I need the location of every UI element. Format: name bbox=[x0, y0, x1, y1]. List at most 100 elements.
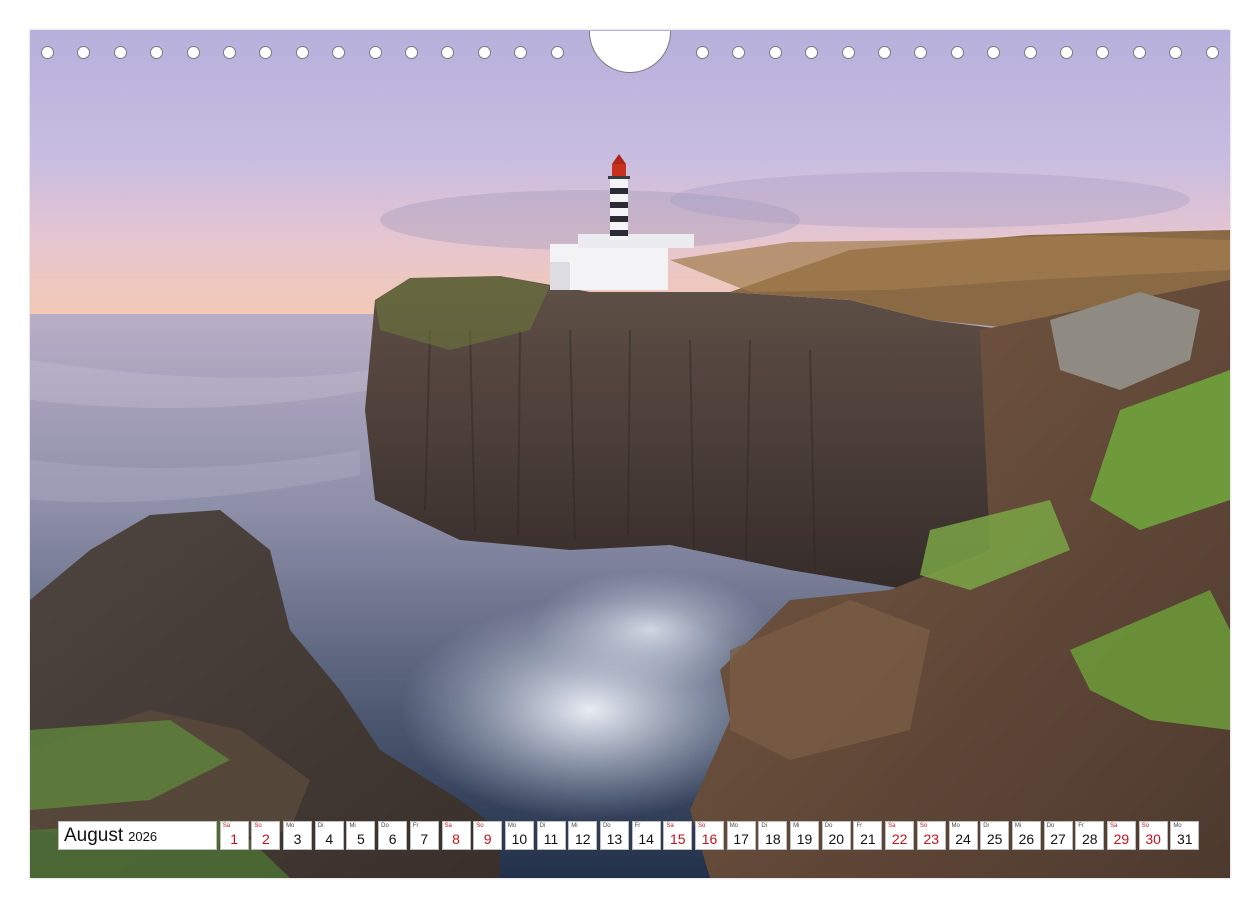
day-cell: Fr 21 bbox=[853, 821, 883, 850]
weekday-label: Sa bbox=[222, 823, 231, 829]
day-cell: Sa 15 bbox=[663, 821, 693, 850]
day-number: 5 bbox=[357, 831, 365, 847]
binding-hole bbox=[41, 46, 54, 59]
day-cell: Sa 1 bbox=[219, 821, 249, 850]
day-number: 9 bbox=[483, 831, 492, 847]
day-number: 20 bbox=[828, 831, 845, 847]
weekday-label: Mo bbox=[286, 823, 295, 829]
binding-hole bbox=[696, 46, 709, 59]
day-number: 14 bbox=[638, 831, 654, 847]
lighthouse-cliff-photo bbox=[30, 30, 1230, 878]
day-number: 23 bbox=[923, 831, 940, 847]
weekday-label: Fr bbox=[634, 823, 641, 829]
weekday-label: Mo bbox=[729, 823, 739, 829]
weekday-label: Sa bbox=[666, 823, 674, 829]
day-number: 3 bbox=[293, 831, 302, 847]
day-cell: So 2 bbox=[251, 821, 281, 850]
day-cell: Mo 31 bbox=[1170, 821, 1200, 850]
day-number: 16 bbox=[701, 831, 718, 847]
day-number: 22 bbox=[891, 831, 908, 847]
day-number: 4 bbox=[325, 831, 334, 847]
binding-hole bbox=[1205, 46, 1219, 59]
weekday-label: Do bbox=[824, 823, 833, 829]
day-number: 21 bbox=[860, 831, 876, 847]
binding-hole bbox=[405, 46, 418, 59]
day-number: 18 bbox=[765, 831, 781, 847]
month-name: August bbox=[64, 824, 124, 846]
day-cell: Sa 22 bbox=[885, 821, 915, 850]
weekday-label: Do bbox=[1046, 823, 1055, 829]
day-cell: Fr 14 bbox=[631, 821, 661, 850]
day-cell: Do 13 bbox=[599, 821, 629, 850]
weekday-label: Mi bbox=[793, 823, 800, 829]
binding-hole bbox=[223, 46, 236, 59]
binding-hole bbox=[878, 46, 891, 59]
day-cell: Mi 26 bbox=[1011, 821, 1041, 850]
day-number: 8 bbox=[452, 831, 460, 847]
binding-hole bbox=[550, 46, 564, 59]
day-cell: Do 27 bbox=[1043, 821, 1073, 850]
year: 2026 bbox=[128, 829, 158, 844]
weekday-label: Sa bbox=[1109, 823, 1118, 829]
day-number: 24 bbox=[955, 831, 971, 847]
day-cell: Di 11 bbox=[536, 821, 566, 850]
calendar-strip: August 2026 Sa 1 So 2 Mo 3 Di 4 Mi 5 Do 6 Fr 7 Sa 8 So 9 M… bbox=[58, 821, 1200, 850]
weekday-label: Fr bbox=[1078, 823, 1084, 829]
day-cell: Mi 12 bbox=[568, 821, 598, 850]
weekday-label: Di bbox=[983, 823, 989, 829]
day-number: 6 bbox=[388, 831, 397, 847]
weekday-label: So bbox=[254, 823, 262, 829]
day-number: 29 bbox=[1113, 831, 1130, 847]
day-cell: Mo 3 bbox=[283, 821, 313, 850]
weekday-label: Do bbox=[602, 823, 611, 829]
day-number: 27 bbox=[1050, 831, 1066, 847]
day-number: 15 bbox=[670, 831, 686, 847]
day-number: 19 bbox=[796, 831, 813, 847]
weekday-label: Di bbox=[317, 823, 324, 829]
day-number: 1 bbox=[230, 831, 239, 847]
binding-hole bbox=[186, 46, 200, 59]
binding-hole bbox=[768, 46, 782, 59]
binding-hole bbox=[841, 46, 855, 59]
day-number: 2 bbox=[261, 831, 270, 847]
binding-hole bbox=[1132, 46, 1146, 59]
day-number: 17 bbox=[733, 831, 749, 847]
calendar-page: August 2026 Sa 1 So 2 Mo 3 Di 4 Mi 5 Do 6 Fr 7 Sa 8 So 9 M… bbox=[0, 0, 1260, 908]
binding-hole bbox=[950, 46, 964, 59]
day-cell: Di 25 bbox=[980, 821, 1010, 850]
weekday-label: So bbox=[919, 823, 928, 829]
binding-hole bbox=[1060, 46, 1073, 59]
weekday-label: Mo bbox=[951, 823, 960, 829]
weekday-label: Sa bbox=[888, 823, 896, 829]
binding-hole bbox=[1023, 46, 1037, 59]
weekday-label: Di bbox=[539, 823, 546, 829]
day-number: 12 bbox=[574, 831, 591, 847]
day-cell: Do 6 bbox=[378, 821, 408, 850]
day-cell: Mo 17 bbox=[726, 821, 756, 850]
weekday-label: So bbox=[698, 823, 706, 829]
weekday-label: Mi bbox=[571, 823, 578, 829]
day-cell: Fr 28 bbox=[1075, 821, 1105, 850]
day-cell: Di 18 bbox=[758, 821, 788, 850]
day-cell: So 23 bbox=[916, 821, 946, 850]
day-number: 31 bbox=[1177, 831, 1193, 847]
day-number: 30 bbox=[1145, 831, 1161, 847]
day-number: 28 bbox=[1081, 831, 1098, 847]
day-cell: Fr 7 bbox=[409, 821, 439, 850]
weekday-label: Fr bbox=[412, 823, 419, 829]
day-number: 11 bbox=[543, 831, 559, 847]
day-cell: So 16 bbox=[695, 821, 724, 850]
day-number: 26 bbox=[1018, 831, 1035, 847]
weekday-label: Do bbox=[381, 823, 389, 829]
weekday-label: Fr bbox=[856, 823, 863, 829]
weekday-label: So bbox=[476, 823, 484, 829]
weekday-label: Mo bbox=[507, 823, 517, 829]
day-cell: Sa 29 bbox=[1106, 821, 1136, 850]
day-cell: So 30 bbox=[1138, 821, 1168, 850]
day-cell: Di 4 bbox=[314, 821, 344, 850]
day-cell: So 9 bbox=[473, 821, 503, 850]
day-cell: Mi 19 bbox=[790, 821, 820, 850]
day-number: 10 bbox=[511, 831, 528, 847]
day-cell: Mi 5 bbox=[346, 821, 376, 850]
day-number: 25 bbox=[986, 831, 1003, 847]
